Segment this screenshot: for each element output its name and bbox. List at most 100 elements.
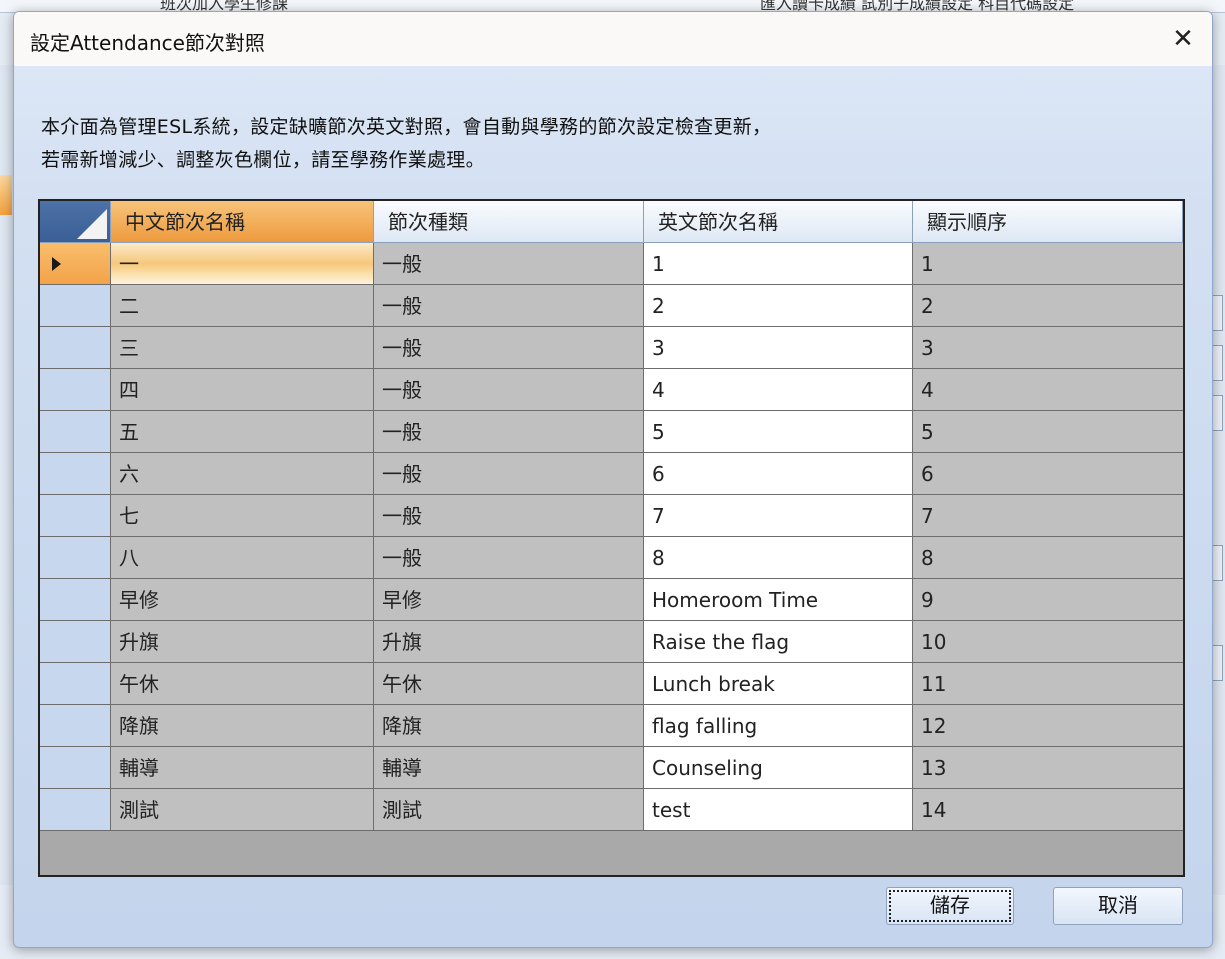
table-row[interactable]: 五 一般 5 5 bbox=[40, 411, 1183, 453]
cell-en-name[interactable]: test bbox=[644, 789, 913, 831]
grid-header-row: 中文節次名稱 節次種類 英文節次名稱 顯示順序 bbox=[40, 201, 1183, 243]
cell-order[interactable]: 8 bbox=[913, 537, 1183, 579]
column-header-type[interactable]: 節次種類 bbox=[374, 201, 644, 243]
cell-zh-name[interactable]: 測試 bbox=[111, 789, 374, 831]
cell-zh-name[interactable]: 五 bbox=[111, 411, 374, 453]
row-header[interactable] bbox=[40, 705, 111, 747]
row-header[interactable] bbox=[40, 327, 111, 369]
cell-zh-name[interactable]: 六 bbox=[111, 453, 374, 495]
table-row[interactable]: 八 一般 8 8 bbox=[40, 537, 1183, 579]
row-header[interactable] bbox=[40, 747, 111, 789]
table-row[interactable]: 測試 測試 test 14 bbox=[40, 789, 1183, 831]
save-button[interactable]: 儲存 bbox=[886, 887, 1014, 925]
cell-zh-name[interactable]: 輔導 bbox=[111, 747, 374, 789]
cell-type[interactable]: 測試 bbox=[374, 789, 644, 831]
cell-order[interactable]: 11 bbox=[913, 663, 1183, 705]
cell-order[interactable]: 6 bbox=[913, 453, 1183, 495]
cell-type[interactable]: 升旗 bbox=[374, 621, 644, 663]
cell-order[interactable]: 9 bbox=[913, 579, 1183, 621]
row-header[interactable] bbox=[40, 369, 111, 411]
cell-en-name[interactable]: 4 bbox=[644, 369, 913, 411]
cell-zh-name[interactable]: 早修 bbox=[111, 579, 374, 621]
cell-type[interactable]: 一般 bbox=[374, 537, 644, 579]
cell-type[interactable]: 一般 bbox=[374, 495, 644, 537]
table-row[interactable]: 六 一般 6 6 bbox=[40, 453, 1183, 495]
table-row[interactable]: 三 一般 3 3 bbox=[40, 327, 1183, 369]
cell-en-name[interactable]: flag falling bbox=[644, 705, 913, 747]
cell-zh-name[interactable]: 七 bbox=[111, 495, 374, 537]
cell-order[interactable]: 3 bbox=[913, 327, 1183, 369]
cell-en-name[interactable]: 2 bbox=[644, 285, 913, 327]
cell-en-name[interactable]: Raise the flag bbox=[644, 621, 913, 663]
cell-order[interactable]: 13 bbox=[913, 747, 1183, 789]
table-row[interactable]: 輔導 輔導 Counseling 13 bbox=[40, 747, 1183, 789]
cell-type[interactable]: 一般 bbox=[374, 453, 644, 495]
period-grid: 中文節次名稱 節次種類 英文節次名稱 顯示順序 一 一般 1 1 二 一般 2 … bbox=[38, 199, 1185, 877]
cell-en-name[interactable]: Lunch break bbox=[644, 663, 913, 705]
table-row[interactable]: 降旗 降旗 flag falling 12 bbox=[40, 705, 1183, 747]
row-header[interactable] bbox=[40, 495, 111, 537]
cell-order[interactable]: 14 bbox=[913, 789, 1183, 831]
close-button[interactable]: ✕ bbox=[1164, 21, 1202, 57]
cell-type[interactable]: 一般 bbox=[374, 285, 644, 327]
background-right-button bbox=[1212, 645, 1223, 681]
cell-zh-name[interactable]: 四 bbox=[111, 369, 374, 411]
table-row[interactable]: 二 一般 2 2 bbox=[40, 285, 1183, 327]
cell-en-name[interactable]: 8 bbox=[644, 537, 913, 579]
cell-zh-name[interactable]: 三 bbox=[111, 327, 374, 369]
column-header-order[interactable]: 顯示順序 bbox=[913, 201, 1183, 243]
cell-en-name[interactable]: 5 bbox=[644, 411, 913, 453]
cell-order[interactable]: 5 bbox=[913, 411, 1183, 453]
cell-en-name[interactable]: 1 bbox=[644, 243, 913, 285]
cell-order[interactable]: 1 bbox=[913, 243, 1183, 285]
table-row[interactable]: 七 一般 7 7 bbox=[40, 495, 1183, 537]
cell-zh-name[interactable]: 升旗 bbox=[111, 621, 374, 663]
cell-type[interactable]: 早修 bbox=[374, 579, 644, 621]
cell-en-name[interactable]: 3 bbox=[644, 327, 913, 369]
description-line-1: 本介面為管理ESL系統，設定缺曠節次英文對照，會自動與學務的節次設定檢查更新， bbox=[41, 116, 772, 138]
select-all-corner[interactable] bbox=[40, 201, 111, 243]
cell-zh-name[interactable]: 午休 bbox=[111, 663, 374, 705]
table-row[interactable]: 四 一般 4 4 bbox=[40, 369, 1183, 411]
cell-type[interactable]: 輔導 bbox=[374, 747, 644, 789]
cancel-button[interactable]: 取消 bbox=[1053, 887, 1183, 925]
table-row[interactable]: 升旗 升旗 Raise the flag 10 bbox=[40, 621, 1183, 663]
cell-zh-name[interactable]: 二 bbox=[111, 285, 374, 327]
cell-type[interactable]: 降旗 bbox=[374, 705, 644, 747]
cell-en-name[interactable]: 6 bbox=[644, 453, 913, 495]
row-header[interactable] bbox=[40, 579, 111, 621]
row-header[interactable] bbox=[40, 285, 111, 327]
cell-order[interactable]: 4 bbox=[913, 369, 1183, 411]
row-header[interactable] bbox=[40, 453, 111, 495]
cell-order[interactable]: 12 bbox=[913, 705, 1183, 747]
cell-order[interactable]: 10 bbox=[913, 621, 1183, 663]
cell-zh-name[interactable]: 降旗 bbox=[111, 705, 374, 747]
table-row[interactable]: 早修 早修 Homeroom Time 9 bbox=[40, 579, 1183, 621]
row-header[interactable] bbox=[40, 789, 111, 831]
cell-en-name[interactable]: Counseling bbox=[644, 747, 913, 789]
row-header[interactable] bbox=[40, 663, 111, 705]
row-header[interactable] bbox=[40, 621, 111, 663]
description-line-2: 若需新增減少、調整灰色欄位，請至學務作業處理。 bbox=[41, 149, 485, 171]
cell-order[interactable]: 2 bbox=[913, 285, 1183, 327]
dialog-titlebar: 設定Attendance節次對照 ✕ bbox=[14, 12, 1212, 66]
column-header-zh-name[interactable]: 中文節次名稱 bbox=[111, 201, 374, 243]
cell-type[interactable]: 一般 bbox=[374, 411, 644, 453]
row-header-selected[interactable] bbox=[40, 243, 111, 285]
cell-order[interactable]: 7 bbox=[913, 495, 1183, 537]
background-right-button bbox=[1212, 295, 1223, 331]
cell-type[interactable]: 一般 bbox=[374, 243, 644, 285]
cell-zh-name[interactable]: 一 bbox=[111, 243, 374, 285]
cell-type[interactable]: 午休 bbox=[374, 663, 644, 705]
cell-type[interactable]: 一般 bbox=[374, 327, 644, 369]
row-header[interactable] bbox=[40, 411, 111, 453]
table-row[interactable]: 一 一般 1 1 bbox=[40, 243, 1183, 285]
column-header-en-name[interactable]: 英文節次名稱 bbox=[644, 201, 913, 243]
cell-type[interactable]: 一般 bbox=[374, 369, 644, 411]
cell-zh-name[interactable]: 八 bbox=[111, 537, 374, 579]
cell-en-name[interactable]: 7 bbox=[644, 495, 913, 537]
background-right-button bbox=[1212, 345, 1223, 381]
row-header[interactable] bbox=[40, 537, 111, 579]
cell-en-name[interactable]: Homeroom Time bbox=[644, 579, 913, 621]
table-row[interactable]: 午休 午休 Lunch break 11 bbox=[40, 663, 1183, 705]
